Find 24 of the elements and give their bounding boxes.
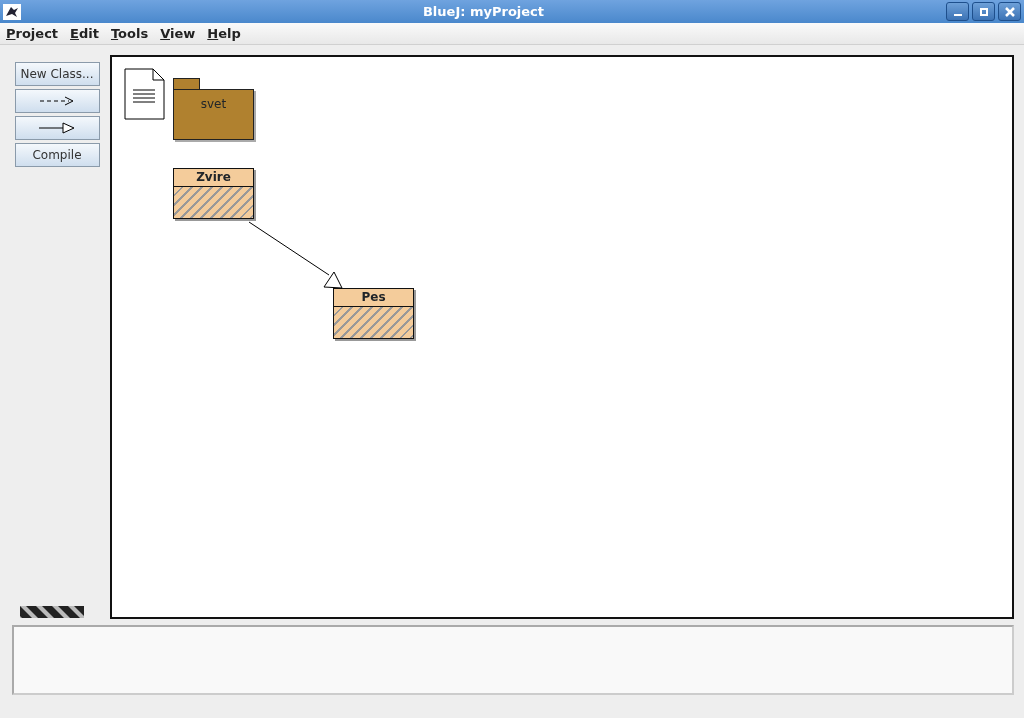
toolbar-button[interactable]: New Class...	[14, 62, 100, 86]
close-icon	[1004, 6, 1015, 17]
package[interactable]: svet	[173, 89, 254, 140]
class-box[interactable]: Zvire	[173, 168, 254, 219]
window-title: BlueJ: myProject	[421, 3, 546, 21]
maximize-icon	[978, 6, 989, 17]
readme-document-icon[interactable]	[124, 68, 166, 121]
minimize-button[interactable]	[946, 2, 969, 21]
menu-item[interactable]: Edit	[64, 23, 105, 44]
class-box[interactable]: Pes	[333, 288, 414, 339]
menu-item[interactable]: Tools	[104, 23, 155, 44]
toolbar-button[interactable]: Compile	[14, 143, 100, 167]
close-button[interactable]	[998, 2, 1021, 21]
inheritance-arrow-button[interactable]	[14, 116, 100, 140]
menu-item[interactable]: Project	[0, 23, 65, 44]
dependency-arrow-button[interactable]	[14, 89, 100, 113]
menu-item[interactable]: Help	[201, 23, 247, 44]
hollow-arrow-icon	[38, 122, 76, 134]
minimize-icon	[953, 14, 962, 16]
bird-icon	[3, 3, 21, 20]
progress-indicator	[20, 606, 84, 618]
menu-item[interactable]: View	[154, 23, 202, 44]
maximize-button[interactable]	[972, 2, 995, 21]
dashed-arrow-icon	[39, 96, 75, 106]
